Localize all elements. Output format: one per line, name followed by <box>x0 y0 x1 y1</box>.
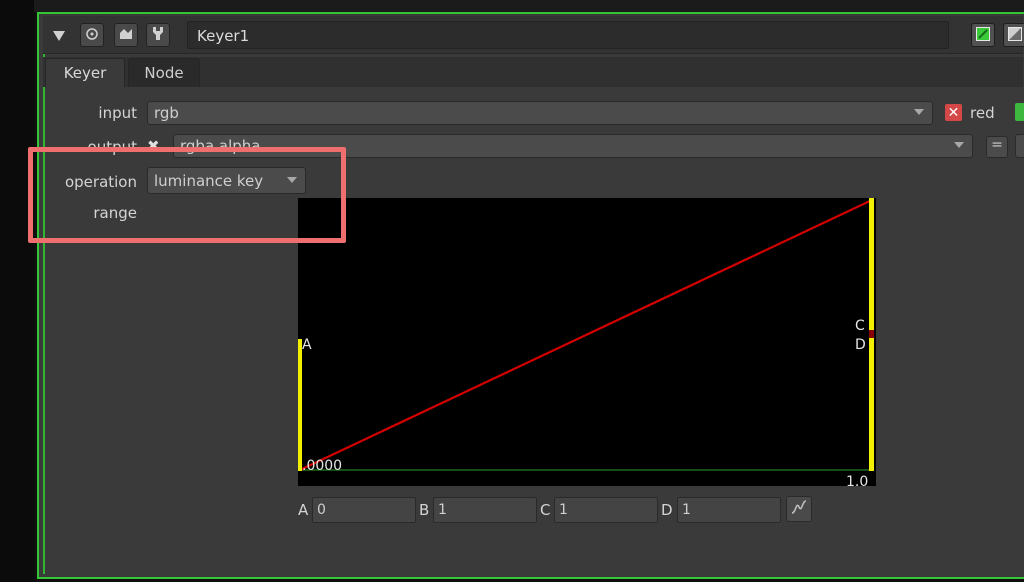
handle-a[interactable] <box>298 339 302 471</box>
wrench-button[interactable] <box>146 23 170 47</box>
point-a-field[interactable]: 0 <box>312 497 416 523</box>
input-red-label: red <box>970 104 995 122</box>
tab-keyer[interactable]: Keyer <box>45 58 125 87</box>
range-curve-graph[interactable] <box>298 198 876 488</box>
split-square-icon <box>1008 26 1022 45</box>
point-b-label: B <box>419 501 430 519</box>
handle-c[interactable] <box>869 198 874 330</box>
point-a-label: A <box>298 501 309 519</box>
point-c-field[interactable]: 1 <box>554 497 658 523</box>
left-sidebar-strip <box>0 0 34 582</box>
highlight-box <box>28 147 346 243</box>
curve-label-c: C <box>855 318 865 334</box>
point-d-field[interactable]: 1 <box>677 497 781 523</box>
node-color-button[interactable] <box>971 23 995 47</box>
point-c-label: C <box>540 501 551 519</box>
point-b-field[interactable]: 1 <box>433 497 537 523</box>
clone-button[interactable] <box>114 23 138 47</box>
panel-top-gap <box>34 0 1024 12</box>
wrench-icon <box>150 25 166 45</box>
chevron-down-icon <box>914 109 924 115</box>
curve-min-value: .0000 <box>302 458 343 474</box>
curve-label-d: D <box>855 337 866 353</box>
green-square-icon <box>976 26 990 45</box>
input-red-checkbox[interactable]: ✕ <box>945 104 962 121</box>
collapse-button[interactable] <box>47 23 71 47</box>
curve-icon <box>790 498 808 520</box>
handle-gap <box>869 330 874 338</box>
font-color-button[interactable] <box>1003 23 1024 47</box>
output-extra-dropdown[interactable] <box>1015 134 1024 158</box>
center-node-icon <box>85 26 99 45</box>
center-node-button[interactable] <box>80 23 104 47</box>
input-green-checkbox[interactable] <box>1015 103 1024 121</box>
chevron-down-icon <box>954 142 964 148</box>
point-d-label: D <box>661 501 673 519</box>
panel-green-edge <box>43 52 45 574</box>
triangle-down-icon <box>53 26 65 45</box>
handle-d[interactable] <box>869 338 874 471</box>
input-label: input <box>98 104 137 122</box>
input-channel-value: rgb <box>154 104 179 122</box>
close-icon: ✕ <box>947 104 960 121</box>
curve-line <box>299 199 873 471</box>
output-eq-button[interactable]: = <box>986 136 1008 158</box>
node-name-field[interactable]: Keyer1 <box>187 21 949 49</box>
curve-editor-button[interactable] <box>786 496 812 522</box>
input-channel-dropdown[interactable]: rgb <box>147 101 933 125</box>
curve-label-a: A <box>302 337 312 353</box>
curve-max-value: 1.0 <box>846 474 869 490</box>
tab-node[interactable]: Node <box>128 58 200 87</box>
clone-icon <box>118 26 134 45</box>
